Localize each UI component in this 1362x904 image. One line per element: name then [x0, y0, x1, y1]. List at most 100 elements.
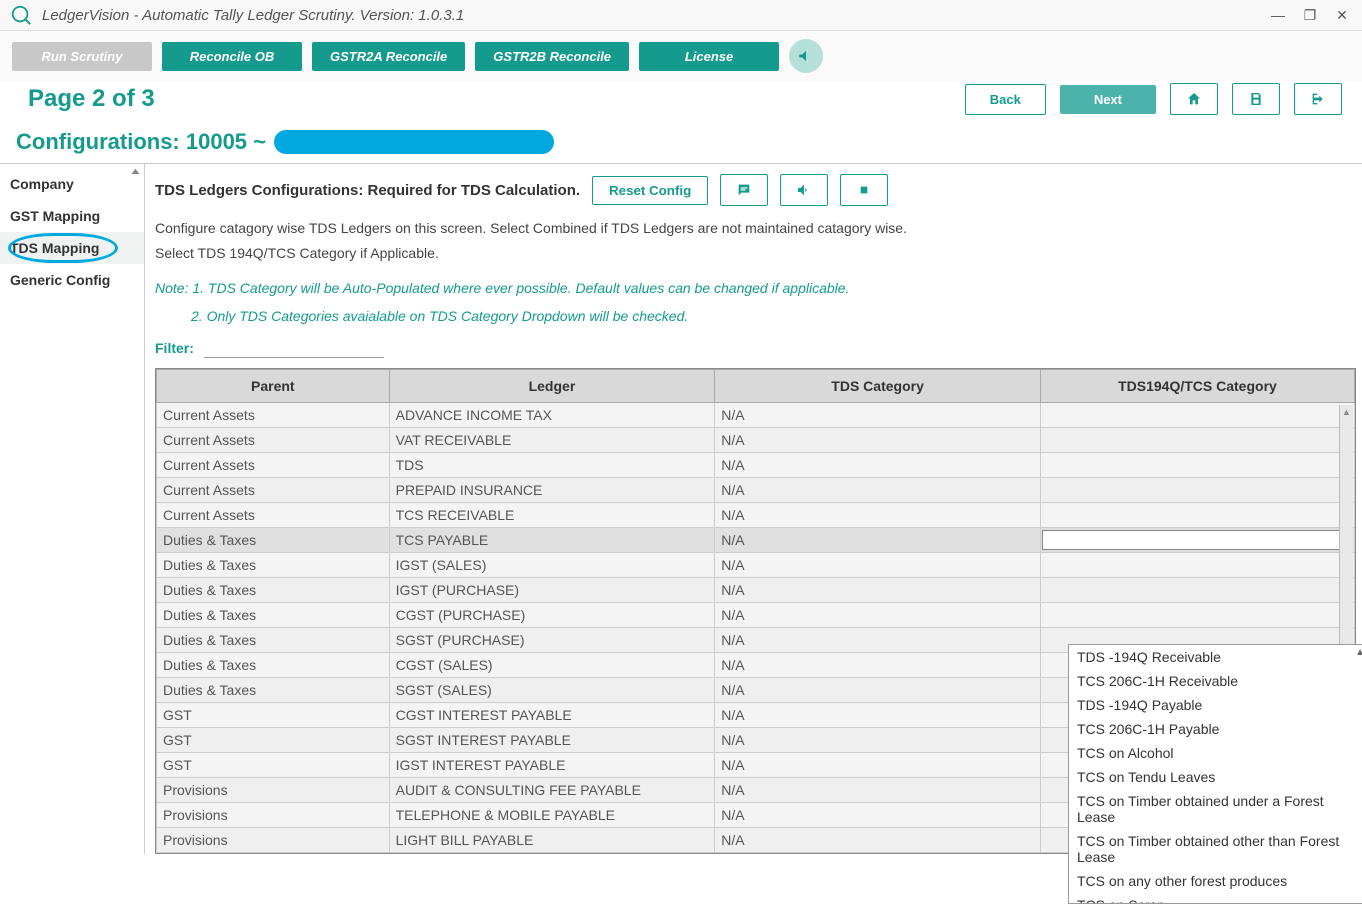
gstr2a-reconcile-button[interactable]: GSTR2A Reconcile: [312, 42, 465, 71]
table-row[interactable]: Duties & TaxesTCS PAYABLEN/A: [157, 528, 1355, 553]
cell-tds-category[interactable]: N/A: [715, 603, 1041, 628]
cell-tds-category[interactable]: N/A: [715, 803, 1041, 828]
dropdown-option[interactable]: TDS -194Q Receivable: [1069, 645, 1362, 669]
cell-tds-category[interactable]: N/A: [715, 703, 1041, 728]
col-header-parent[interactable]: Parent: [157, 370, 390, 403]
next-button[interactable]: Next: [1060, 85, 1156, 114]
table-row[interactable]: Current AssetsTCS RECEIVABLEN/A: [157, 503, 1355, 528]
cell-tds-category[interactable]: N/A: [715, 753, 1041, 778]
cell-ledger[interactable]: SGST (PURCHASE): [389, 628, 715, 653]
cell-ledger[interactable]: TCS PAYABLE: [389, 528, 715, 553]
reset-config-button[interactable]: Reset Config: [592, 176, 708, 205]
cell-ledger[interactable]: IGST (SALES): [389, 553, 715, 578]
table-row[interactable]: Current AssetsTDSN/A: [157, 453, 1355, 478]
cell-ledger[interactable]: PREPAID INSURANCE: [389, 478, 715, 503]
cell-tds-category[interactable]: N/A: [715, 503, 1041, 528]
cell-ledger[interactable]: TELEPHONE & MOBILE PAYABLE: [389, 803, 715, 828]
sidebar-item-generic-config[interactable]: Generic Config: [0, 264, 144, 296]
cell-parent[interactable]: Provisions: [157, 803, 390, 828]
cell-parent[interactable]: Duties & Taxes: [157, 678, 390, 703]
close-icon[interactable]: ✕: [1332, 5, 1352, 25]
back-button[interactable]: Back: [965, 84, 1046, 115]
cell-ledger[interactable]: IGST (PURCHASE): [389, 578, 715, 603]
cell-parent[interactable]: Duties & Taxes: [157, 628, 390, 653]
tds-tcs-dropdown-list[interactable]: ▲ TDS -194Q ReceivableTCS 206C-1H Receiv…: [1068, 644, 1362, 904]
exit-button[interactable]: [1294, 83, 1342, 115]
dropdown-option[interactable]: TCS 206C-1H Payable: [1069, 717, 1362, 741]
table-row[interactable]: Current AssetsPREPAID INSURANCEN/A: [157, 478, 1355, 503]
sidebar-item-company[interactable]: Company: [0, 168, 144, 200]
table-row[interactable]: Current AssetsADVANCE INCOME TAXN/A: [157, 403, 1355, 428]
table-row[interactable]: Duties & TaxesIGST (PURCHASE)N/A: [157, 578, 1355, 603]
dropdown-option[interactable]: TCS on Scrap: [1069, 893, 1362, 904]
comment-button[interactable]: [720, 174, 768, 206]
cell-ledger[interactable]: SGST (SALES): [389, 678, 715, 703]
col-header-tds-category[interactable]: TDS Category: [715, 370, 1041, 403]
cell-parent[interactable]: Duties & Taxes: [157, 528, 390, 553]
cell-tds-category[interactable]: N/A: [715, 828, 1041, 853]
announce-button[interactable]: [789, 39, 823, 73]
sound-button[interactable]: [780, 174, 828, 206]
cell-parent[interactable]: GST: [157, 703, 390, 728]
cell-ledger[interactable]: CGST (PURCHASE): [389, 603, 715, 628]
cell-tds-tcs[interactable]: [1040, 503, 1354, 528]
dropdown-option[interactable]: TCS 206C-1H Receivable: [1069, 669, 1362, 693]
filter-input[interactable]: [204, 338, 384, 358]
col-header-ledger[interactable]: Ledger: [389, 370, 715, 403]
dropdown-option[interactable]: TCS on Alcohol: [1069, 741, 1362, 765]
cell-ledger[interactable]: CGST INTEREST PAYABLE: [389, 703, 715, 728]
cell-parent[interactable]: Provisions: [157, 778, 390, 803]
cell-tds-category[interactable]: N/A: [715, 678, 1041, 703]
cell-tds-category[interactable]: N/A: [715, 453, 1041, 478]
cell-ledger[interactable]: TDS: [389, 453, 715, 478]
cell-tds-tcs[interactable]: [1040, 403, 1354, 428]
cell-ledger[interactable]: VAT RECEIVABLE: [389, 428, 715, 453]
gstr2b-reconcile-button[interactable]: GSTR2B Reconcile: [475, 42, 629, 71]
maximize-icon[interactable]: ❐: [1300, 5, 1320, 25]
dropdown-scroll-up-icon[interactable]: ▲: [1355, 647, 1362, 658]
cell-ledger[interactable]: CGST (SALES): [389, 653, 715, 678]
cell-parent[interactable]: Current Assets: [157, 453, 390, 478]
cell-tds-tcs[interactable]: [1040, 528, 1354, 553]
dropdown-option[interactable]: TDS -194Q Payable: [1069, 693, 1362, 717]
cell-ledger[interactable]: TCS RECEIVABLE: [389, 503, 715, 528]
sidebar-item-gst-mapping[interactable]: GST Mapping: [0, 200, 144, 232]
cell-ledger[interactable]: ADVANCE INCOME TAX: [389, 403, 715, 428]
cell-tds-tcs[interactable]: [1040, 428, 1354, 453]
cell-tds-tcs[interactable]: [1040, 453, 1354, 478]
cell-parent[interactable]: Duties & Taxes: [157, 603, 390, 628]
stop-button[interactable]: [840, 174, 888, 206]
cell-tds-tcs[interactable]: [1040, 603, 1354, 628]
cell-parent[interactable]: Current Assets: [157, 428, 390, 453]
dropdown-option[interactable]: TCS on Tendu Leaves: [1069, 765, 1362, 789]
table-row[interactable]: Duties & TaxesIGST (SALES)N/A: [157, 553, 1355, 578]
cell-ledger[interactable]: IGST INTEREST PAYABLE: [389, 753, 715, 778]
cell-parent[interactable]: Current Assets: [157, 503, 390, 528]
reconcile-ob-button[interactable]: Reconcile OB: [162, 42, 302, 71]
dropdown-option[interactable]: TCS on Timber obtained other than Forest…: [1069, 829, 1362, 869]
cell-parent[interactable]: Provisions: [157, 828, 390, 853]
cell-tds-category[interactable]: N/A: [715, 553, 1041, 578]
cell-parent[interactable]: Duties & Taxes: [157, 653, 390, 678]
cell-tds-category[interactable]: N/A: [715, 778, 1041, 803]
cell-tds-tcs[interactable]: [1040, 478, 1354, 503]
cell-tds-category[interactable]: N/A: [715, 478, 1041, 503]
license-button[interactable]: License: [639, 42, 779, 71]
cell-parent[interactable]: Duties & Taxes: [157, 553, 390, 578]
col-header-tds-tcs[interactable]: TDS194Q/TCS Category: [1040, 370, 1354, 403]
save-button[interactable]: [1232, 83, 1280, 115]
cell-tds-category[interactable]: N/A: [715, 428, 1041, 453]
table-row[interactable]: Current AssetsVAT RECEIVABLEN/A: [157, 428, 1355, 453]
cell-tds-category[interactable]: N/A: [715, 653, 1041, 678]
cell-parent[interactable]: Current Assets: [157, 478, 390, 503]
cell-tds-category[interactable]: N/A: [715, 403, 1041, 428]
cell-tds-category[interactable]: N/A: [715, 528, 1041, 553]
cell-parent[interactable]: Duties & Taxes: [157, 578, 390, 603]
dropdown-option[interactable]: TCS on any other forest produces: [1069, 869, 1362, 893]
cell-tds-tcs[interactable]: [1040, 578, 1354, 603]
dropdown-option[interactable]: TCS on Timber obtained under a Forest Le…: [1069, 789, 1362, 829]
cell-tds-category[interactable]: N/A: [715, 628, 1041, 653]
cell-parent[interactable]: Current Assets: [157, 403, 390, 428]
cell-tds-tcs[interactable]: [1040, 553, 1354, 578]
sidebar-item-tds-mapping[interactable]: TDS Mapping: [0, 232, 144, 264]
